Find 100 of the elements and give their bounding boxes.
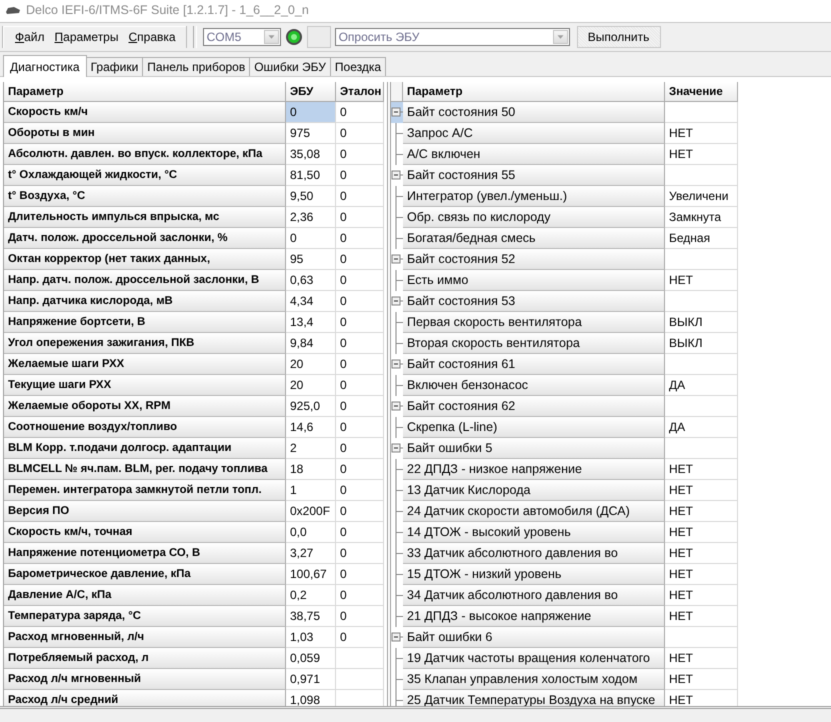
table-cell[interactable]: 9,84	[286, 333, 336, 354]
table-cell[interactable]: 100,67	[286, 564, 336, 585]
tree-item[interactable]: Первая скорость вентилятора	[403, 312, 665, 333]
car-icon	[6, 6, 20, 14]
parameter-name: BLM Корр. т.подачи долгоср. адаптации	[4, 438, 286, 459]
parameter-name: Абсолютн. давлен. во впуск. коллекторе, кПа	[4, 144, 286, 165]
table-cell[interactable]: 18	[286, 459, 336, 480]
tree-item[interactable]: 33 Датчик абсолютного давления во	[403, 543, 665, 564]
table-cell[interactable]: 1	[286, 480, 336, 501]
table-cell[interactable]: 1,03	[286, 627, 336, 648]
tree-item[interactable]: 14 ДТОЖ - высокий уровень	[403, 522, 665, 543]
parameter-name: Напр. датч. полож. дроссельной заслонки, В	[4, 270, 286, 291]
tree-item[interactable]: Есть иммо	[403, 270, 665, 291]
parameter-name: Перемен. интегратора замкнутой петли топл.	[4, 480, 286, 501]
table-cell[interactable]: 35,08	[286, 144, 336, 165]
parameter-name: BLMCELL № яч.пам. BLM, рег. подачу топлива	[4, 459, 286, 480]
table-cell: НЕТ	[665, 606, 738, 627]
tree-item[interactable]: Обр. связь по кислороду	[403, 207, 665, 228]
table-cell[interactable]: 0,971	[286, 669, 336, 690]
tree-item[interactable]: Запрос A/C	[403, 123, 665, 144]
tree-item[interactable]: Байт состояния 62	[403, 396, 665, 417]
table-cell: 0	[336, 249, 384, 270]
tree-item[interactable]: 19 Датчик частоты вращения коленчатого	[403, 648, 665, 669]
table-cell[interactable]: 0,059	[286, 648, 336, 669]
tree-item[interactable]: Байт состояния 53	[403, 291, 665, 312]
column-header[interactable]: Эталон	[336, 82, 384, 102]
column-header[interactable]: Параметр	[4, 82, 286, 102]
tree-item[interactable]: 21 ДПДЗ - высокое напряжение	[403, 606, 665, 627]
tree-item[interactable]: 24 Датчик скорости автомобиля (ДСА)	[403, 501, 665, 522]
tree-item[interactable]: 13 Датчик Кислорода	[403, 480, 665, 501]
parameter-name: Длительность импулься впрыска, мс	[4, 207, 286, 228]
parameter-name: Угол опережения зажигания, ПКВ	[4, 333, 286, 354]
table-cell[interactable]: 2,36	[286, 207, 336, 228]
tree-item[interactable]: Байт ошибки 6	[403, 627, 665, 648]
table-cell: 0	[336, 123, 384, 144]
tree-item[interactable]: Богатая/бедная смесь	[403, 228, 665, 249]
column-header[interactable]: Значение	[665, 82, 738, 102]
table-cell[interactable]: 14,6	[286, 417, 336, 438]
tree-item[interactable]: 15 ДТОЖ - низкий уровень	[403, 564, 665, 585]
table-cell: 0	[336, 102, 384, 123]
table-cell[interactable]: 2	[286, 438, 336, 459]
table-cell: Бедная	[665, 228, 738, 249]
table-cell[interactable]: 0,63	[286, 270, 336, 291]
table-cell: 0	[336, 564, 384, 585]
table-cell: НЕТ	[665, 270, 738, 291]
tree-item[interactable]: Включен бензонасос	[403, 375, 665, 396]
tree-item[interactable]: Байт ошибки 5	[403, 438, 665, 459]
table-cell[interactable]: 81,50	[286, 165, 336, 186]
empty-cell	[336, 669, 384, 690]
table-cell: НЕТ	[665, 522, 738, 543]
parameter-name: Напр. датчика кислорода, мВ	[4, 291, 286, 312]
table-cell[interactable]: 975	[286, 123, 336, 144]
menu-item[interactable]: Параметры	[50, 29, 122, 45]
table-cell[interactable]: 3,27	[286, 543, 336, 564]
table-cell: 0	[336, 291, 384, 312]
table-cell[interactable]: 0x200F	[286, 501, 336, 522]
table-cell[interactable]: 95	[286, 249, 336, 270]
table-cell[interactable]: 0	[286, 102, 336, 123]
table-cell[interactable]: 0,0	[286, 522, 336, 543]
table-cell[interactable]: 13,4	[286, 312, 336, 333]
table-cell[interactable]: 38,75	[286, 606, 336, 627]
table-cell[interactable]: 0	[286, 228, 336, 249]
window-title: Delco IEFI-6/ITMS-6F Suite [1.2.1.7] - 1_6__2_0_n	[26, 3, 309, 17]
parameter-name: Расход л/ч мгновенный	[4, 669, 286, 690]
tree-item[interactable]: A/C включен	[403, 144, 665, 165]
tree-item[interactable]: Байт состояния 52	[403, 249, 665, 270]
table-cell: 0	[336, 228, 384, 249]
column-header[interactable]: Параметр	[403, 82, 665, 102]
table-cell: НЕТ	[665, 501, 738, 522]
table-cell[interactable]: 20	[286, 375, 336, 396]
table-cell[interactable]: 925,0	[286, 396, 336, 417]
parameter-name: Напряжение потенциометра СО, В	[4, 543, 286, 564]
tree-item[interactable]: 35 Клапан управления холостым ходом	[403, 669, 665, 690]
tree-item[interactable]: Байт состояния 50	[403, 102, 665, 123]
table-cell[interactable]: 9,50	[286, 186, 336, 207]
tab[interactable]: Поездка	[330, 57, 386, 76]
tree-item[interactable]: 22 ДПДЗ - низкое напряжение	[403, 459, 665, 480]
menu-item[interactable]: Справка	[124, 29, 180, 45]
run-button[interactable]: Выполнить	[576, 26, 661, 48]
table-cell[interactable]: 0,2	[286, 585, 336, 606]
tab[interactable]: Диагностика	[3, 55, 87, 77]
table-cell: ДА	[665, 417, 738, 438]
menu-item[interactable]: Файл	[11, 29, 49, 45]
tab[interactable]: Панель приборов	[142, 57, 250, 76]
tree-item[interactable]: Интегратор (увел./уменьш.)	[403, 186, 665, 207]
tab[interactable]: Графики	[86, 57, 144, 76]
table-cell[interactable]: 20	[286, 354, 336, 375]
table-cell[interactable]: 4,34	[286, 291, 336, 312]
tree-item[interactable]: Байт состояния 55	[403, 165, 665, 186]
tree-item[interactable]: Вторая скорость вентилятора	[403, 333, 665, 354]
table-cell: 0	[336, 375, 384, 396]
tree-item[interactable]: Скрепка (L-line)	[403, 417, 665, 438]
table-cell: 0	[336, 585, 384, 606]
tree-item[interactable]: 34 Датчик абсолютного давления во	[403, 585, 665, 606]
parameter-name: Желаемые обороты ХХ, RPM	[4, 396, 286, 417]
column-header[interactable]: ЭБУ	[286, 82, 336, 102]
table-cell: НЕТ	[665, 543, 738, 564]
table-cell: НЕТ	[665, 459, 738, 480]
tree-item[interactable]: Байт состояния 61	[403, 354, 665, 375]
table-cell: 0	[336, 270, 384, 291]
